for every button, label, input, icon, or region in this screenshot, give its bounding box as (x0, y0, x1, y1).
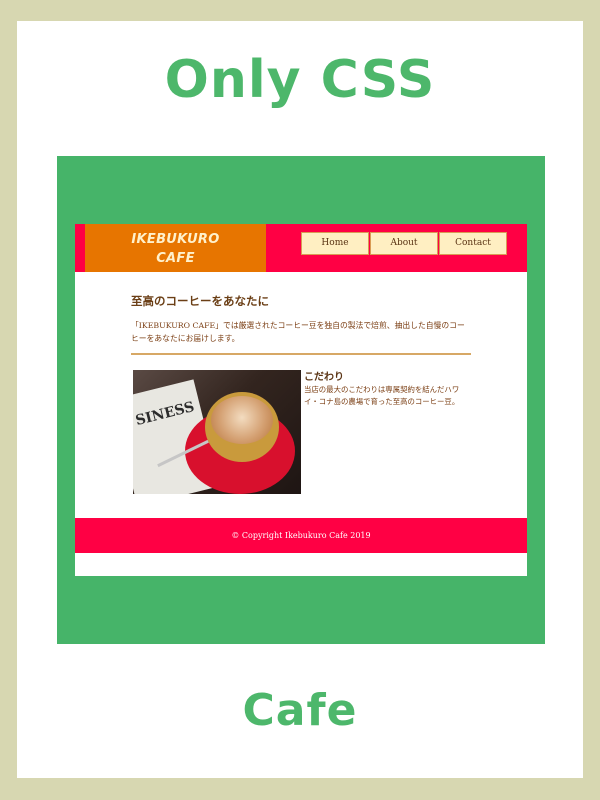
poster-card: Only CSS IKEBUKURO CAFE Home About Conta… (17, 21, 583, 778)
feature-paragraph: 当店の最大のこだわりは専属契約を結んだハワイ・コナ島の農場で育った至高のコーヒー… (304, 385, 460, 406)
nav-contact[interactable]: Contact (439, 232, 507, 255)
green-frame: IKEBUKURO CAFE Home About Contact 至高のコーヒ… (57, 156, 545, 644)
website-preview: IKEBUKURO CAFE Home About Contact 至高のコーヒ… (75, 224, 527, 576)
feature-heading: こだわり (304, 372, 344, 383)
section-divider (131, 353, 471, 355)
site-footer: © Copyright Ikebukuro Cafe 2019 (75, 518, 527, 553)
poster-title-bottom: Cafe (242, 685, 358, 736)
copyright-text: © Copyright Ikebukuro Cafe 2019 (231, 531, 371, 540)
site-header: IKEBUKURO CAFE Home About Contact (75, 224, 527, 272)
nav-about[interactable]: About (370, 232, 438, 255)
intro-heading: 至高のコーヒーをあなたに (131, 294, 269, 308)
logo-line-2: CAFE (156, 251, 195, 266)
main-nav: Home About Contact (301, 232, 508, 255)
nav-home[interactable]: Home (301, 232, 369, 255)
poster-title-top: Only CSS (164, 50, 436, 110)
intro-paragraph: 「IKEBUKURO CAFE」では厳選されたコーヒー豆を独自の製法で焙煎、抽出… (131, 321, 465, 343)
logo-line-1: IKEBUKURO (131, 232, 220, 247)
coffee-photo: SINESS (133, 370, 301, 494)
site-logo[interactable]: IKEBUKURO CAFE (85, 224, 266, 272)
latte-foam (211, 396, 273, 444)
